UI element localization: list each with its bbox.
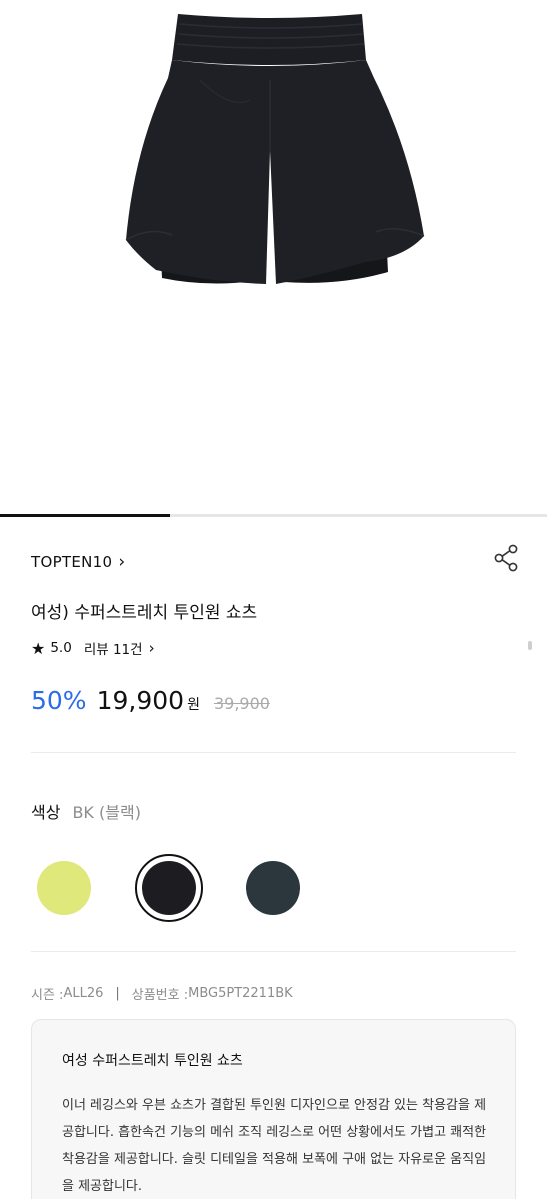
price-row: 50% 19,900 원 39,900 [31, 686, 270, 715]
color-swatch-lime[interactable] [37, 861, 91, 915]
divider [31, 752, 516, 753]
sale-price: 19,900 [96, 686, 185, 715]
description-card: 여성 수퍼스트레치 투인원 쇼츠 이너 레깅스와 우븐 쇼츠가 결합된 투인원 … [31, 1019, 516, 1199]
brand-link[interactable]: TOPTEN10 › [31, 553, 125, 571]
chevron-right-icon: › [148, 639, 155, 657]
color-swatch-dark-teal[interactable] [246, 861, 300, 915]
selected-color: BK (블랙) [72, 803, 141, 822]
divider [31, 951, 516, 952]
share-icon[interactable] [491, 543, 521, 573]
scroll-indicator [528, 641, 532, 650]
currency-unit: 원 [187, 697, 200, 713]
product-title: 여성) 수퍼스트레치 투인원 쇼츠 [31, 603, 258, 623]
review-count: 리뷰 11건 [83, 642, 143, 658]
rating-row[interactable]: ★ 5.0 리뷰 11건 › [31, 638, 155, 659]
original-price: 39,900 [213, 694, 270, 713]
gallery-progress-fill [0, 514, 170, 517]
color-swatch-black[interactable] [142, 861, 196, 915]
product-meta: 시즌 : ALL26 | 상품번호 : MBG5PT2211BK [31, 984, 293, 1003]
sku-value: MBG5PT2211BK [188, 986, 293, 1001]
sku-label: 상품번호 : [131, 988, 189, 1003]
season-value: ALL26 [63, 986, 104, 1001]
discount-rate: 50% [31, 686, 87, 715]
gallery-progress-bar [0, 514, 547, 517]
color-label: 색상 [31, 803, 61, 822]
chevron-right-icon: › [118, 551, 126, 572]
rating-score: 5.0 [50, 640, 72, 656]
color-option-header: 색상 BK (블랙) [31, 799, 141, 823]
season-label: 시즌 : [31, 988, 64, 1003]
shorts-illustration [125, 14, 425, 284]
product-image[interactable] [0, 0, 547, 514]
description-title: 여성 수퍼스트레치 투인원 쇼츠 [62, 1053, 243, 1069]
description-body: 이너 레깅스와 우븐 쇼츠가 결합된 투인원 디자인으로 안정감 있는 착용감을… [62, 1098, 487, 1194]
star-icon: ★ [31, 638, 46, 658]
brand-name: TOPTEN10 [31, 553, 113, 571]
meta-separator: | [115, 986, 120, 1001]
